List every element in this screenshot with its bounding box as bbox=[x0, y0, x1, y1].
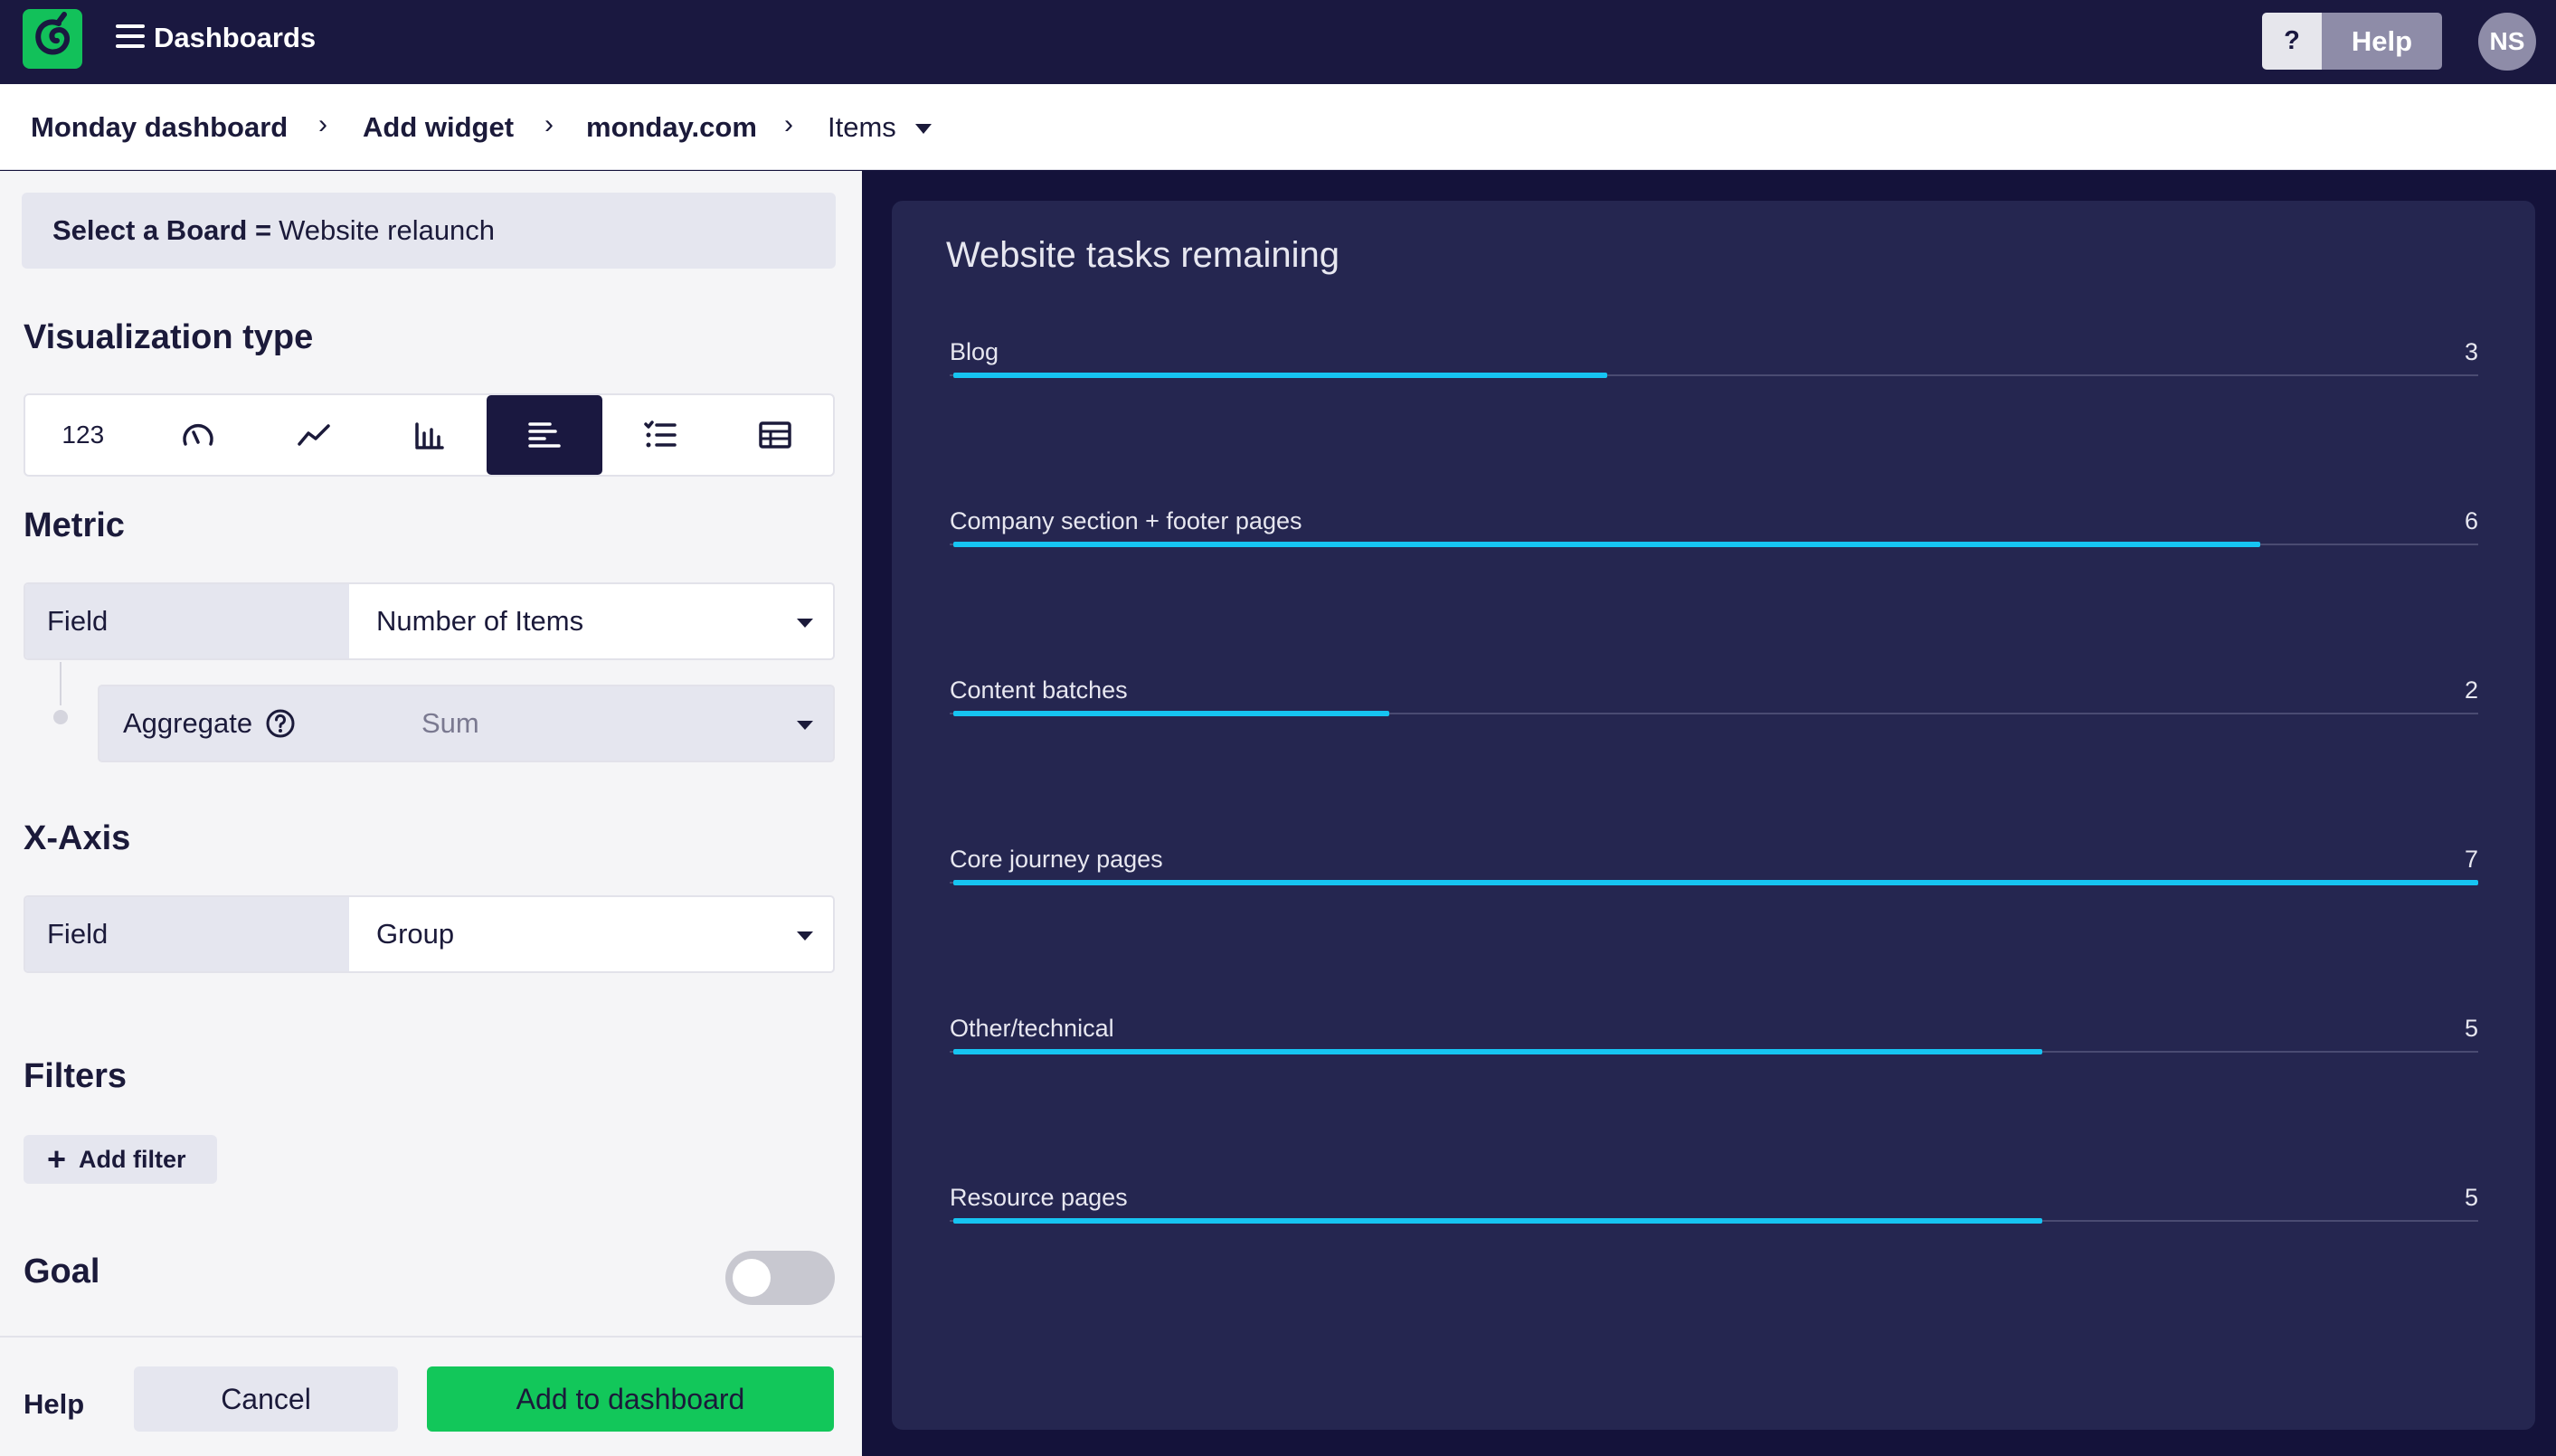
table-icon bbox=[759, 421, 791, 449]
caret-down-icon bbox=[797, 619, 813, 628]
goal-title: Goal bbox=[24, 1253, 100, 1291]
widget-config-panel: Select a Board = Website relaunch Visual… bbox=[0, 171, 862, 1456]
viz-gauge-button[interactable] bbox=[141, 395, 257, 475]
viz-column-button[interactable] bbox=[372, 395, 488, 475]
breadcrumb: Monday dashboard › Add widget › monday.c… bbox=[0, 84, 2556, 170]
chevron-right-icon: › bbox=[318, 109, 327, 139]
aggregate-value[interactable]: Sum bbox=[394, 686, 833, 761]
metric-field-value[interactable]: Number of Items bbox=[349, 584, 833, 658]
help-button[interactable]: Help bbox=[2322, 13, 2442, 70]
widget-preview-area: Website tasks remaining Blog 3 Company sec… bbox=[862, 171, 2556, 1456]
bar-value-label: 3 bbox=[2464, 338, 2478, 365]
column-chart-icon bbox=[414, 422, 444, 449]
bar[interactable] bbox=[953, 711, 1389, 716]
bar-label: Other/technical bbox=[950, 1015, 1114, 1042]
metric-field-select[interactable]: Field Number of Items bbox=[24, 582, 835, 660]
viz-list-button[interactable] bbox=[602, 395, 718, 475]
bar-row: Content batches 2 bbox=[950, 676, 2478, 731]
bar-row: Resource pages 5 bbox=[950, 1184, 2478, 1238]
bar-value-label: 5 bbox=[2464, 1184, 2478, 1211]
bar-value-label: 7 bbox=[2464, 846, 2478, 873]
add-filter-button[interactable]: + Add filter bbox=[24, 1135, 217, 1184]
connector-dot bbox=[53, 710, 68, 724]
app-logo[interactable] bbox=[23, 9, 82, 69]
top-bar: Dashboards ? Help NS bbox=[0, 0, 2556, 84]
breadcrumb-item-monday-com[interactable]: monday.com bbox=[586, 111, 757, 144]
app-title[interactable]: Dashboards bbox=[154, 22, 316, 54]
help-question-button[interactable]: ? bbox=[2262, 13, 2322, 70]
aggregate-label: Aggregate bbox=[99, 686, 394, 761]
bar-chart-icon bbox=[528, 422, 561, 448]
bar-row: Core journey pages 7 bbox=[950, 846, 2478, 900]
bar-row: Other/technical 5 bbox=[950, 1015, 2478, 1069]
add-to-dashboard-button[interactable]: Add to dashboard bbox=[427, 1366, 834, 1432]
filters-title: Filters bbox=[24, 1057, 128, 1095]
bar-value-label: 2 bbox=[2464, 676, 2478, 704]
viz-bar-button[interactable] bbox=[487, 395, 602, 475]
xaxis-title: X-Axis bbox=[24, 819, 131, 857]
bar[interactable] bbox=[953, 542, 2261, 547]
bar[interactable] bbox=[953, 880, 2478, 885]
metric-field-value-text: Number of Items bbox=[376, 605, 584, 637]
bar[interactable] bbox=[953, 373, 1607, 378]
chevron-right-icon: › bbox=[544, 109, 554, 139]
breadcrumb-item-monday-dashboard[interactable]: Monday dashboard bbox=[31, 111, 288, 144]
bar-label: Blog bbox=[950, 338, 999, 365]
avatar[interactable]: NS bbox=[2478, 13, 2536, 71]
connector-line bbox=[60, 662, 62, 705]
gauge-icon bbox=[183, 423, 214, 446]
metric-field-label: Field bbox=[25, 584, 349, 658]
bar[interactable] bbox=[953, 1049, 2043, 1054]
chevron-right-icon: › bbox=[784, 109, 793, 139]
bar[interactable] bbox=[953, 1218, 2043, 1224]
list-icon bbox=[643, 421, 677, 448]
toggle-knob bbox=[733, 1259, 771, 1297]
viz-table-button[interactable] bbox=[717, 395, 833, 475]
bar-label: Company section + footer pages bbox=[950, 507, 1302, 534]
xaxis-field-label: Field bbox=[25, 897, 349, 971]
aggregate-value-text: Sum bbox=[421, 707, 479, 739]
viz-type-selector: 123 bbox=[24, 393, 835, 477]
plus-icon: + bbox=[47, 1140, 67, 1177]
viz-line-button[interactable] bbox=[256, 395, 372, 475]
xaxis-field-value-text: Group bbox=[376, 918, 455, 950]
board-filter-key: Select a Board = bbox=[52, 214, 272, 246]
cancel-button[interactable]: Cancel bbox=[134, 1366, 398, 1432]
breadcrumb-current-items[interactable]: Items bbox=[828, 111, 896, 144]
footer-help-link[interactable]: Help bbox=[24, 1388, 84, 1421]
bar-row: Blog 3 bbox=[950, 338, 2478, 392]
bar-value-label: 5 bbox=[2464, 1015, 2478, 1042]
bar-label: Content batches bbox=[950, 676, 1128, 704]
aggregate-select[interactable]: Aggregate Sum bbox=[98, 685, 835, 762]
xaxis-field-value[interactable]: Group bbox=[349, 897, 833, 971]
caret-down-icon bbox=[797, 721, 813, 730]
metric-title: Metric bbox=[24, 506, 125, 544]
line-chart-icon bbox=[298, 424, 330, 446]
board-filter-value: Website relaunch bbox=[279, 214, 496, 246]
bar-label: Resource pages bbox=[950, 1184, 1128, 1211]
bar-row: Company section + footer pages 6 bbox=[950, 507, 2478, 562]
chart-title: Website tasks remaining bbox=[946, 235, 1340, 275]
breadcrumb-item-add-widget[interactable]: Add widget bbox=[363, 111, 514, 144]
number-icon: 123 bbox=[62, 421, 105, 449]
menu-icon[interactable] bbox=[116, 24, 145, 48]
help-group: ? Help bbox=[2262, 13, 2442, 70]
add-filter-label: Add filter bbox=[79, 1145, 186, 1173]
caret-down-icon[interactable] bbox=[915, 124, 932, 134]
xaxis-field-select[interactable]: Field Group bbox=[24, 895, 835, 973]
help-circle-icon[interactable] bbox=[265, 708, 296, 739]
aggregate-label-text: Aggregate bbox=[123, 707, 253, 739]
chart-card: Website tasks remaining Blog 3 Company sec… bbox=[892, 201, 2535, 1430]
panel-footer: Help Cancel Add to dashboard bbox=[0, 1336, 862, 1456]
bar-label: Core journey pages bbox=[950, 846, 1163, 873]
goal-toggle[interactable] bbox=[725, 1251, 835, 1305]
board-filter[interactable]: Select a Board = Website relaunch bbox=[22, 193, 836, 269]
viz-number-button[interactable]: 123 bbox=[25, 395, 141, 475]
caret-down-icon bbox=[797, 931, 813, 941]
bar-value-label: 6 bbox=[2464, 507, 2478, 534]
viz-type-title: Visualization type bbox=[24, 318, 314, 356]
